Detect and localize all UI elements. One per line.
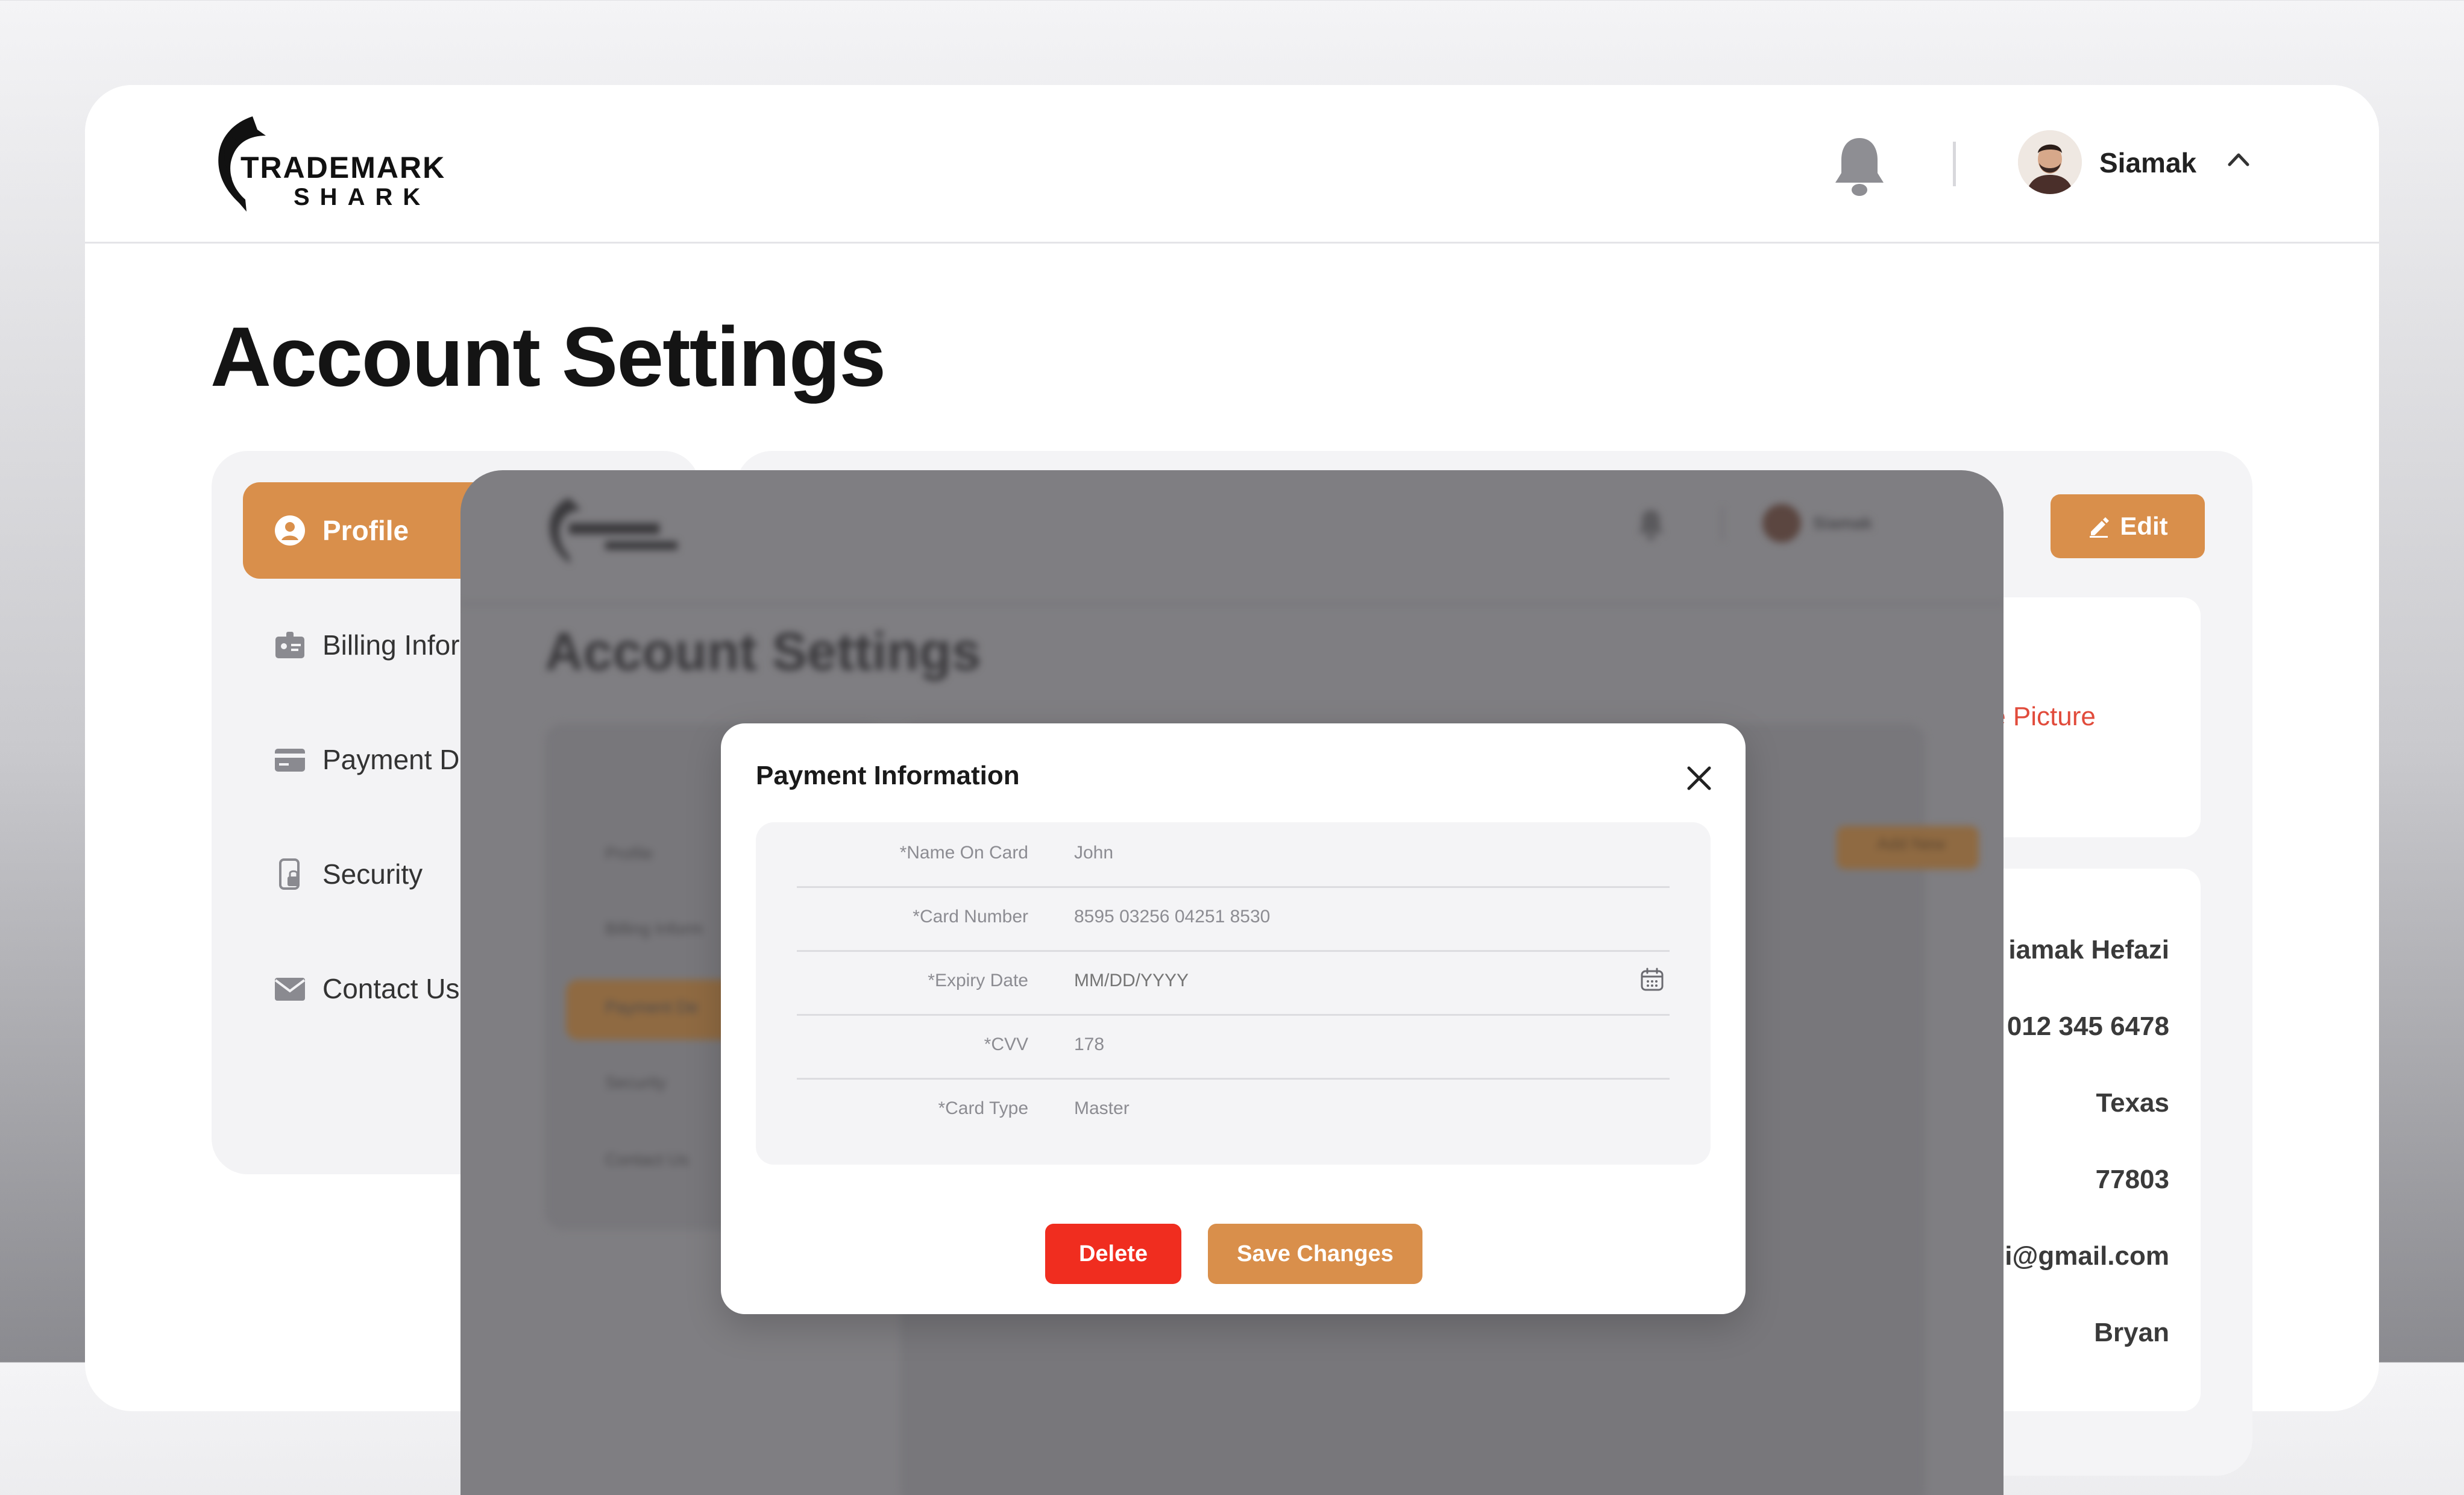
sidebar-item-label: Billing Infor (322, 629, 460, 661)
form-row-name-on-card: *Name On Card (797, 822, 1670, 888)
preview-divider (1721, 508, 1723, 540)
avatar[interactable] (2018, 130, 2082, 194)
edit-button[interactable]: Edit (2051, 494, 2205, 558)
save-changes-button[interactable]: Save Changes (1208, 1224, 1422, 1284)
page-title: Account Settings (210, 309, 886, 404)
cvv-input[interactable] (1074, 1034, 1592, 1055)
card-number-input[interactable] (1074, 907, 1592, 927)
brand-line-1: TRADEMARK (240, 151, 446, 184)
sidebar-item-label: Profile (322, 515, 409, 546)
preview-user-name: Siamak (1813, 514, 1873, 532)
payment-form: *Name On Card *Card Number *Expiry Date (756, 822, 1711, 1165)
bell-icon[interactable] (1829, 133, 1890, 200)
preview-side-item: Billing Inform (605, 919, 703, 938)
preview-side-item: Contact Us (605, 1150, 689, 1169)
form-row-card-type: *Card Type (797, 1078, 1670, 1142)
chevron-up-icon[interactable] (2227, 151, 2250, 167)
edit-label: Edit (2120, 512, 2168, 540)
delete-button[interactable]: Delete (1045, 1224, 1181, 1284)
preview-edit-label: Add New (1877, 834, 1946, 853)
calendar-icon[interactable] (1639, 967, 1665, 992)
sidebar-item-label: Payment De (322, 744, 476, 775)
form-row-expiry-date: *Expiry Date (797, 950, 1670, 1016)
pencil-icon (2090, 517, 2110, 538)
preview-side-item: Payment De (605, 998, 699, 1016)
name-on-card-input[interactable] (1074, 843, 1592, 863)
brand-logo[interactable]: TRADEMARK SHARK (210, 112, 444, 214)
modal-title: Payment Information (756, 761, 1020, 790)
preview-avatar (1762, 504, 1801, 543)
form-row-cvv: *CVV (797, 1014, 1670, 1080)
expiry-date-input[interactable] (1074, 971, 1592, 991)
form-row-card-number: *Card Number (797, 886, 1670, 952)
preview-logo (545, 494, 702, 567)
payment-information-modal: Payment Information *Name On Card *Card … (721, 723, 1746, 1314)
sidebar-item-label: Security (322, 858, 423, 890)
preview-bell-icon (1636, 508, 1666, 541)
preview-side-item: Profile (605, 844, 653, 863)
field-label: *CVV (984, 1034, 1028, 1054)
preview-side-item: Security (605, 1073, 667, 1092)
envelope-icon (273, 972, 307, 1006)
field-label: *Card Type (938, 1098, 1028, 1118)
top-bar: TRADEMARK SHARK Siamak (85, 85, 2379, 244)
preview-title: Account Settings (545, 622, 981, 681)
sidebar-item-label: Contact Us (322, 973, 460, 1004)
card-type-input[interactable] (1074, 1098, 1592, 1119)
credit-card-icon (273, 743, 307, 776)
phone-lock-icon (273, 857, 307, 891)
id-card-icon (273, 628, 307, 662)
header-divider (1953, 142, 1956, 186)
user-name[interactable]: Siamak (2099, 146, 2196, 179)
user-circle-icon (273, 514, 307, 547)
field-label: *Expiry Date (928, 971, 1028, 990)
close-icon[interactable] (1685, 764, 1713, 792)
field-label: *Card Number (913, 907, 1028, 927)
field-label: *Name On Card (899, 843, 1028, 863)
preview-header-divider (460, 603, 2004, 605)
brand-line-2: SHARK (294, 184, 431, 210)
